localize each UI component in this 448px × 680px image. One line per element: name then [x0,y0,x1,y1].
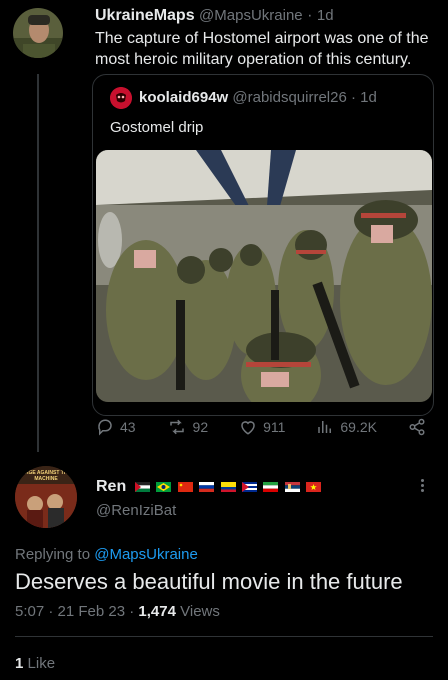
reply-count: 43 [120,419,136,435]
author-handle[interactable]: @MapsUkraine [199,7,303,24]
reply-likes-count: 1 [15,655,24,672]
more-icon[interactable] [421,477,424,494]
reply-timestamp[interactable]: 5:07 · 21 Feb 23 · [15,603,134,620]
flag-icon [241,481,257,492]
share-button[interactable] [408,418,426,436]
flag-list [134,478,324,495]
quote-header: koolaid694w @rabidsquirrel26 · 1d [139,89,377,106]
reply-views-label: Views [180,603,220,620]
reply-views-count: 1,474 [138,603,176,620]
quote-author-name: koolaid694w [139,89,229,106]
share-icon [409,418,425,436]
quote-text: Gostomel drip [110,119,204,136]
tweet-header: UkraineMaps @MapsUkraine · 1d [95,7,334,25]
replying-to: Replying to @MapsUkraine [15,546,198,563]
tweet-actions: 43 92 911 69.2K [96,415,426,439]
reply-author-avatar[interactable]: RAGE AGAINST THE MACHINE [15,466,77,528]
avatar-text: RAGE AGAINST THE MACHINE [21,470,71,482]
reply-header: Ren [96,478,323,496]
tweet-time[interactable]: 1d [317,7,334,24]
divider [15,636,433,637]
quote-photo[interactable] [96,150,432,402]
reply-button[interactable]: 43 [96,418,136,436]
reply-likes[interactable]: 1 Like [15,655,55,672]
replying-to-handle[interactable]: @MapsUkraine [94,546,198,563]
tweet-text: The capture of Hostomel airport was one … [95,30,429,68]
separator-dot: · [351,89,356,106]
flag-icon [156,481,172,492]
retweet-icon [169,419,184,435]
flag-icon [199,481,215,492]
reply-icon [98,419,112,436]
views-icon [318,421,332,433]
like-count: 911 [263,419,286,435]
flag-icon [177,481,193,492]
separator-dot: · [307,7,313,24]
views-count: 69.2K [340,419,377,435]
reply-author-handle[interactable]: @RenIziBat [96,502,176,519]
flag-icon [220,481,236,492]
reply-meta: 5:07 · 21 Feb 23 · 1,474 Views [15,603,220,620]
like-icon [241,421,255,435]
reply-likes-label: Like [27,655,56,672]
author-name[interactable]: UkraineMaps [95,7,195,24]
reply-text: Deserves a beautiful movie in the future [15,569,403,594]
thread-line [37,74,39,452]
views-button[interactable]: 69.2K [316,418,377,436]
flag-icon [263,481,279,492]
author-avatar[interactable] [13,8,63,58]
flag-icon [306,481,322,492]
reply-author-name[interactable]: Ren [96,478,126,495]
replying-to-label: Replying to [15,546,91,563]
quote-time: 1d [360,89,377,106]
like-button[interactable]: 911 [239,418,285,436]
quote-author-avatar [110,87,132,109]
retweet-button[interactable]: 92 [167,418,209,436]
retweet-count: 92 [192,419,209,435]
flag-icon [134,481,150,492]
quote-author-handle: @rabidsquirrel26 [232,89,347,106]
flag-icon [284,481,300,492]
